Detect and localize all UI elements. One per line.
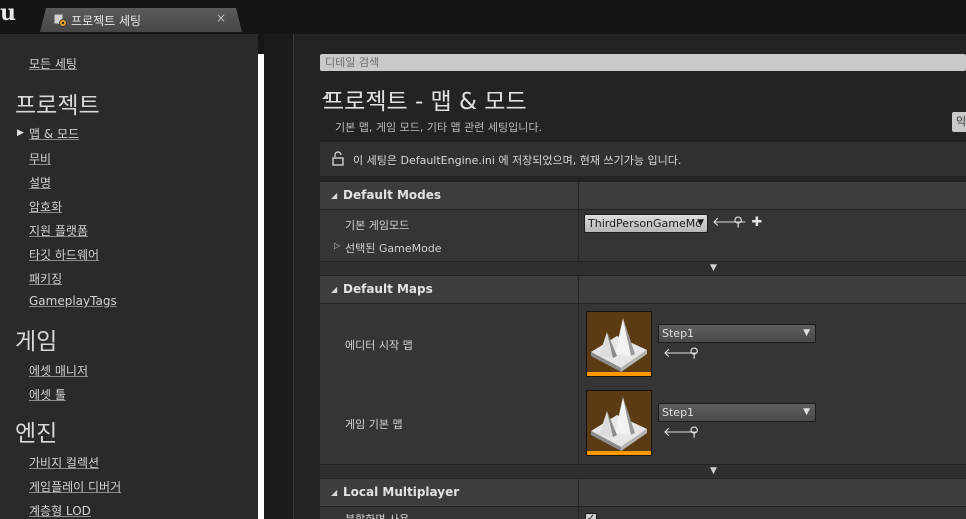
local-multiplayer-body: 분할화면 사용 ✓ <box>320 507 966 519</box>
nav-item-gameplay-tags[interactable]: GameplayTags <box>29 294 117 308</box>
default-modes-body: 기본 게임모드 ThirdPersonGameMc ▼ 🡐 ⚲ ✚ ▷ 선택된 … <box>320 210 966 261</box>
active-arrow-icon: ▶ <box>17 128 24 138</box>
section-label: Local Multiplayer <box>343 485 460 499</box>
expand-arrow-icon[interactable]: ▷ <box>334 241 340 250</box>
nav-all-settings[interactable]: 모든 세팅 <box>29 55 77 72</box>
column-separator <box>578 182 579 209</box>
nav-item-gameplay-debugger[interactable]: 게임플레이 디버거 <box>29 478 121 495</box>
chevron-down-icon: ▼ <box>803 328 810 338</box>
level-thumbnail-icon <box>591 397 647 451</box>
column-separator <box>578 304 579 464</box>
title-bar: u 프로젝트 세팅 × <box>0 0 966 34</box>
section-default-maps[interactable]: ◢ Default Maps <box>320 276 966 303</box>
asset-type-bar <box>587 372 651 376</box>
asset-type-bar <box>587 451 651 455</box>
split-screen-label: 분할화면 사용 <box>345 511 409 519</box>
export-button[interactable]: 익 <box>952 112 966 132</box>
editor-startup-map-combo[interactable]: Step1 ▼ <box>658 324 816 343</box>
column-separator <box>578 479 579 506</box>
unlock-icon <box>332 151 344 166</box>
nav-item-target-hardware[interactable]: 타깃 하드웨어 <box>29 246 99 263</box>
nav-item-description[interactable]: 설명 <box>29 174 51 191</box>
nav-item-supported-platforms[interactable]: 지원 플랫폼 <box>29 222 88 239</box>
nav-category-engine: 엔진 <box>15 421 58 447</box>
combo-value: Step1 <box>662 406 695 419</box>
page-description: 기본 맵, 게임 모드, 기타 맵 관련 세팅입니다. <box>335 121 543 134</box>
column-separator <box>578 507 579 519</box>
advanced-expander[interactable]: ▼ <box>320 465 966 478</box>
arrow-left-icon[interactable]: 🡐 <box>712 216 747 230</box>
column-separator <box>578 276 579 303</box>
search-icon[interactable]: ⚲ <box>687 426 701 440</box>
map-thumbnail[interactable] <box>586 390 652 456</box>
search-icon[interactable]: ⚲ <box>687 347 701 361</box>
panel-splitter[interactable] <box>264 34 293 519</box>
nav-item-maps-modes[interactable]: 맵 & 모드 <box>29 125 79 142</box>
unreal-logo-icon: u <box>0 0 16 26</box>
chevron-down-icon: ▼ <box>697 218 704 228</box>
nav-item-movies[interactable]: 무비 <box>29 150 51 167</box>
default-gamemode-combo[interactable]: ThirdPersonGameMc ▼ <box>584 214 708 233</box>
collapse-arrow-icon: ◢ <box>331 191 338 200</box>
level-thumbnail-icon <box>591 318 647 372</box>
page-title: 프로젝트 - 맵 & 모드 <box>323 89 527 115</box>
settings-nav: 모든 세팅 프로젝트 ▶ 맵 & 모드 무비 설명 암호화 지원 플랫폼 타깃 … <box>0 34 264 519</box>
plus-icon[interactable]: ✚ <box>750 216 764 230</box>
settings-gear-icon <box>53 13 67 27</box>
nav-item-asset-manager[interactable]: 에셋 매니저 <box>29 362 88 379</box>
selected-gamemode-label[interactable]: 선택된 GameMode <box>345 240 442 256</box>
collapse-arrow-icon: ◢ <box>331 285 338 294</box>
chevron-down-icon: ▼ <box>710 466 717 476</box>
advanced-expander[interactable]: ▼ <box>320 262 966 275</box>
default-maps-body: 에디터 시작 맵 Step1 ▼ 🡐 ⚲ 게임 기본 맵 Step1 ▼ 🡐 ⚲ <box>320 304 966 464</box>
arrow-left-icon[interactable]: 🡐 <box>663 347 698 361</box>
nav-item-encryption[interactable]: 암호화 <box>29 198 62 215</box>
chevron-down-icon: ▼ <box>803 407 810 417</box>
tab-project-settings[interactable]: 프로젝트 세팅 × <box>40 8 242 32</box>
chevron-down-icon: ▼ <box>710 263 717 273</box>
column-separator <box>578 210 579 261</box>
close-icon[interactable]: × <box>216 11 226 25</box>
search-icon[interactable]: ⚲ <box>731 216 745 230</box>
section-label: Default Maps <box>343 282 433 296</box>
map-thumbnail[interactable] <box>586 311 652 377</box>
details-panel: 디테일 검색 ◢ 프로젝트 - 맵 & 모드 기본 맵, 게임 모드, 기타 맵… <box>294 34 966 519</box>
nav-item-garbage-collection[interactable]: 가비지 컬렉션 <box>29 454 99 471</box>
nav-category-game: 게임 <box>15 329 58 355</box>
config-info-text: 이 세팅은 DefaultEngine.ini 에 저장되었으며, 현재 쓰기가… <box>353 154 682 167</box>
editor-startup-map-label: 에디터 시작 맵 <box>345 339 413 352</box>
split-screen-checkbox[interactable]: ✓ <box>585 513 597 519</box>
combo-value: Step1 <box>662 327 695 340</box>
nav-item-asset-tools[interactable]: 에셋 툴 <box>29 386 66 403</box>
search-input[interactable]: 디테일 검색 <box>320 54 966 71</box>
game-default-map-label: 게임 기본 맵 <box>345 418 403 431</box>
nav-category-project: 프로젝트 <box>15 93 100 119</box>
nav-item-packaging[interactable]: 패키징 <box>29 270 62 287</box>
game-default-map-combo[interactable]: Step1 ▼ <box>658 403 816 422</box>
section-label: Default Modes <box>343 188 442 202</box>
collapse-arrow-icon: ◢ <box>331 488 338 497</box>
default-gamemode-label: 기본 게임모드 <box>345 219 410 232</box>
combo-value: ThirdPersonGameMc <box>588 217 702 230</box>
nav-item-hierarchical-lod[interactable]: 계층형 LOD <box>29 502 91 519</box>
config-info-bar: 이 세팅은 DefaultEngine.ini 에 저장되었으며, 현재 쓰기가… <box>320 142 966 176</box>
arrow-left-icon[interactable]: 🡐 <box>663 426 698 440</box>
section-local-multiplayer[interactable]: ◢ Local Multiplayer <box>320 479 966 506</box>
tab-label: 프로젝트 세팅 <box>71 14 142 28</box>
section-default-modes[interactable]: ◢ Default Modes <box>320 182 966 209</box>
